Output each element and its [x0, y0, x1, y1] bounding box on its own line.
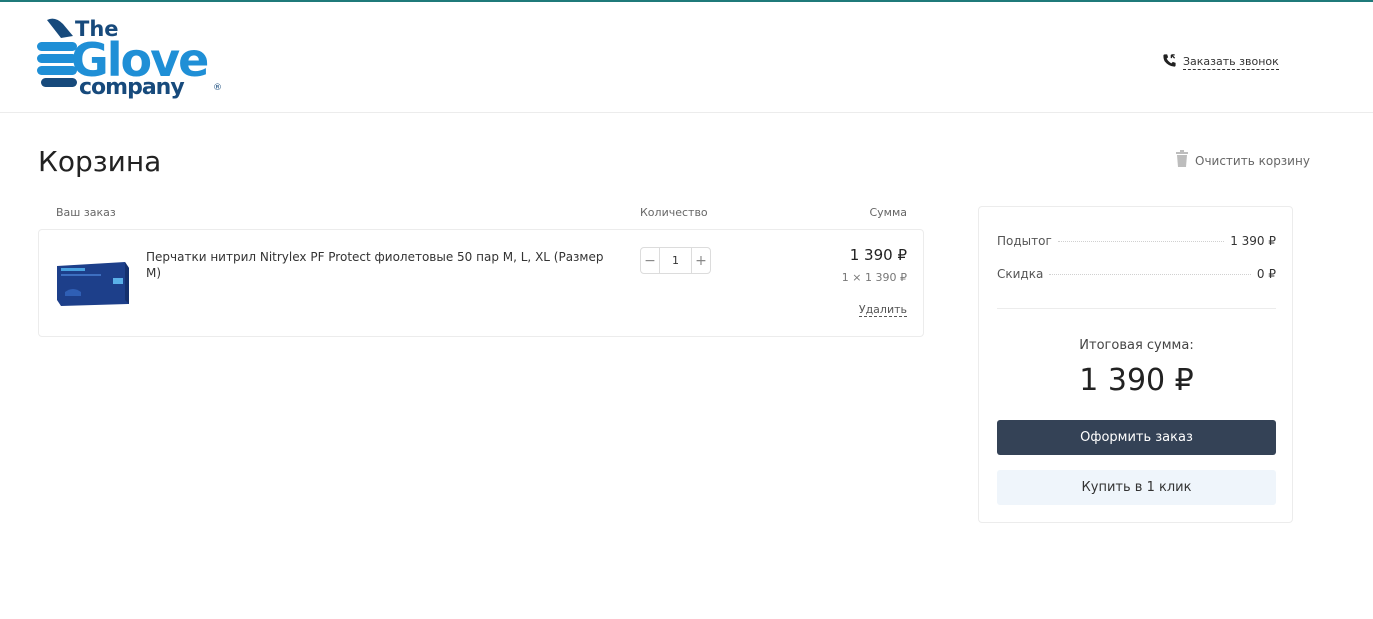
quantity-increase-button[interactable]: +: [692, 248, 710, 273]
discount-value: 0 ₽: [1256, 267, 1276, 281]
quantity-input[interactable]: 1: [659, 248, 692, 273]
quantity-decrease-button[interactable]: −: [641, 248, 659, 273]
callback-link[interactable]: Заказать звонок: [1162, 53, 1279, 72]
item-total-price: 1 390 ₽: [849, 246, 907, 264]
subtotal-dots: [1057, 241, 1225, 242]
order-summary: Подытог 1 390 ₽ Скидка 0 ₽ Итоговая сумм…: [978, 206, 1293, 523]
discount-line: Скидка 0 ₽: [997, 267, 1276, 281]
quantity-stepper: − 1 +: [640, 247, 711, 274]
phone-icon: [1162, 53, 1177, 72]
delete-item-link[interactable]: Удалить: [858, 303, 907, 317]
checkout-button[interactable]: Оформить заказ: [997, 420, 1276, 455]
cart-item-row: Перчатки нитрил Nitrylex PF Protect фиол…: [38, 229, 924, 337]
trash-icon: [1175, 150, 1189, 171]
callback-label[interactable]: Заказать звонок: [1183, 55, 1279, 70]
site-header: The Glove company ® Заказать звонок: [0, 2, 1373, 113]
summary-divider: [997, 308, 1276, 309]
clear-cart-button[interactable]: Очистить корзину: [1175, 150, 1310, 171]
svg-text:company: company: [79, 75, 184, 100]
column-header-quantity: Количество: [640, 206, 708, 219]
product-name[interactable]: Перчатки нитрил Nitrylex PF Protect фиол…: [146, 249, 606, 281]
product-image[interactable]: [55, 260, 131, 308]
clear-cart-label[interactable]: Очистить корзину: [1195, 154, 1310, 168]
subtotal-value: 1 390 ₽: [1230, 234, 1276, 248]
buy-one-click-button[interactable]: Купить в 1 клик: [997, 470, 1276, 505]
subtotal-line: Подытог 1 390 ₽: [997, 234, 1276, 248]
total-value: 1 390 ₽: [1079, 363, 1194, 398]
total-label: Итоговая сумма:: [1079, 338, 1194, 353]
subtotal-label: Подытог: [997, 234, 1052, 248]
column-header-sum: Сумма: [869, 206, 907, 219]
page-title: Корзина: [38, 145, 162, 178]
column-header-order: Ваш заказ: [56, 206, 116, 219]
item-unit-price: 1 × 1 390 ₽: [841, 271, 907, 284]
discount-label: Скидка: [997, 267, 1044, 281]
svg-text:®: ®: [213, 83, 222, 93]
discount-dots: [1049, 274, 1251, 275]
glove-company-logo[interactable]: The Glove company ®: [37, 18, 251, 100]
